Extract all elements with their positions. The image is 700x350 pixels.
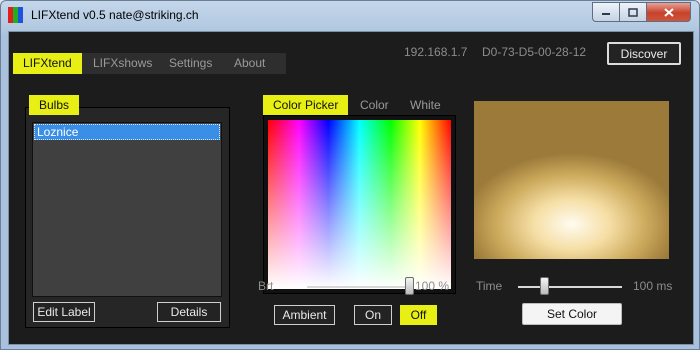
minimize-button[interactable] [592,2,620,22]
brightness-label: Brt [258,279,274,293]
app-window: LIFXtend v0.5 nate@striking.ch LIFXtend … [0,0,700,350]
maximize-button[interactable] [620,2,647,22]
edit-label-button[interactable]: Edit Label [33,302,95,322]
on-button[interactable]: On [354,305,392,325]
main-content: LIFXtend LIFXshows Settings About 192.16… [8,31,694,345]
discover-button[interactable]: Discover [607,42,681,65]
tab-white[interactable]: White [410,95,441,115]
tab-settings[interactable]: Settings [169,53,212,74]
tab-color[interactable]: Color [360,95,389,115]
time-label: Time [476,279,503,293]
brightness-slider[interactable] [307,286,409,288]
title-bar[interactable]: LIFXtend v0.5 nate@striking.ch [1,1,699,31]
ip-address: 192.168.1.7 [404,45,468,59]
bulb-list[interactable]: Loznice [32,122,222,297]
time-value: 100 ms [633,279,673,293]
ambient-button[interactable]: Ambient [274,305,335,325]
time-slider[interactable] [518,286,622,288]
list-item[interactable]: Loznice [34,124,220,140]
time-slider-thumb[interactable] [540,277,549,295]
close-icon [663,7,674,17]
tab-lifxshows[interactable]: LIFXshows [93,53,152,74]
tab-about[interactable]: About [234,53,265,74]
brightness-value: 100 % [415,279,450,293]
minimize-icon [602,13,610,15]
close-button[interactable] [647,2,691,22]
window-title: LIFXtend v0.5 nate@striking.ch [31,8,199,22]
tab-lifxtend[interactable]: LIFXtend [13,53,82,74]
mac-address: D0-73-D5-00-28-12 [482,45,587,59]
bulbs-title: Bulbs [29,95,80,115]
color-picker-frame [263,115,456,294]
app-icon [8,7,24,23]
details-button[interactable]: Details [157,302,221,322]
maximize-icon [628,7,638,17]
off-button[interactable]: Off [400,305,437,325]
set-color-button[interactable]: Set Color [522,303,622,325]
brightness-slider-thumb[interactable] [405,277,414,295]
color-picker[interactable] [268,120,451,289]
color-preview [474,101,669,259]
tab-color-picker[interactable]: Color Picker [263,95,349,115]
